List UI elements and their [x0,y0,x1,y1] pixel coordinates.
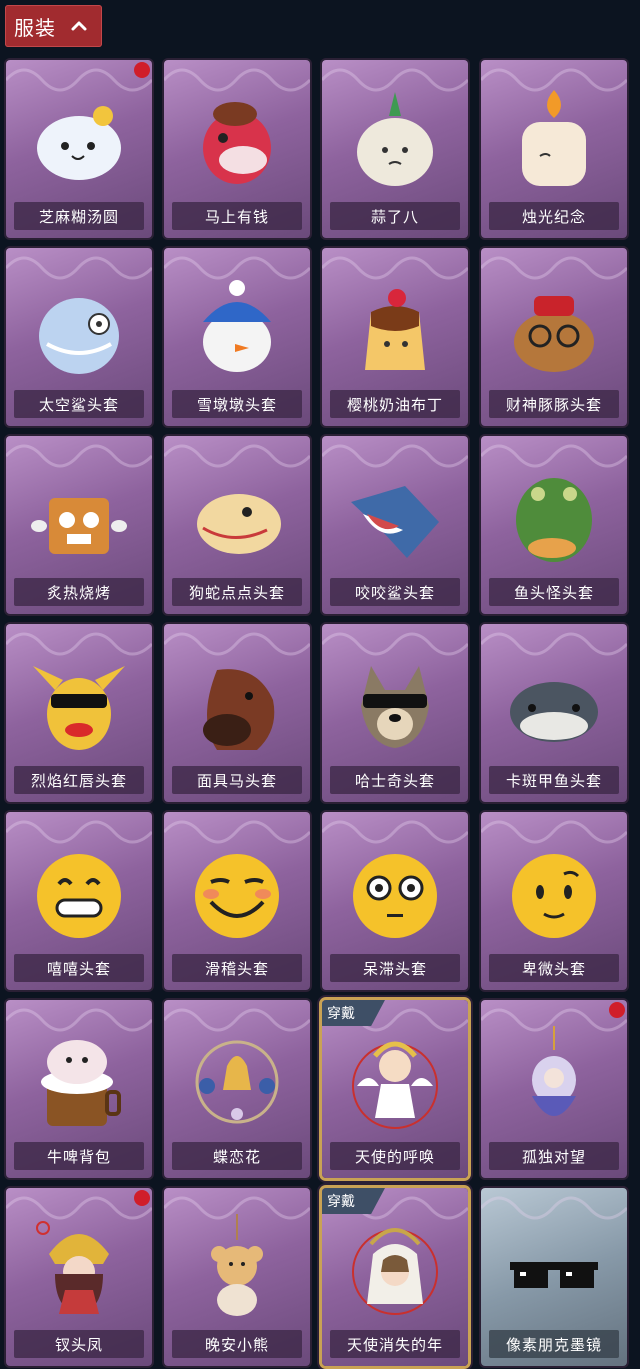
doll-charm-icon [504,1026,604,1134]
item-name: 烛光纪念 [489,202,619,230]
item-card[interactable]: 烈焰红唇头套 [6,624,152,802]
item-name: 卑微头套 [489,954,619,982]
new-notification-dot [134,62,150,78]
item-name: 牛啤背包 [14,1142,144,1170]
angel-girl-icon [345,1214,445,1322]
item-name: 嘻嘻头套 [14,954,144,982]
garlic-icon [345,86,445,194]
item-name: 芝麻糊汤圆 [14,202,144,230]
item-name: 天使的呼唤 [330,1142,460,1170]
item-card[interactable]: 财神豚豚头套 [481,248,627,426]
humble-emoji-icon [504,838,604,946]
item-card[interactable]: 呆滞头套 [322,812,468,990]
item-card[interactable]: 哈士奇头套 [322,624,468,802]
dumpling-icon [29,86,129,194]
shark-bite-icon [345,462,445,570]
item-card[interactable]: 芝麻糊汤圆 [6,60,152,238]
snake-icon [187,462,287,570]
item-card[interactable]: 卡斑甲鱼头套 [481,624,627,802]
category-header: 服装 [0,0,640,56]
new-notification-dot [609,1002,625,1018]
item-card[interactable]: 嘻嘻头套 [6,812,152,990]
item-name: 烈焰红唇头套 [14,766,144,794]
snowman-icon [187,274,287,382]
item-name: 太空鲨头套 [14,390,144,418]
item-card[interactable]: 狗蛇点点头套 [164,436,310,614]
item-card[interactable]: 滑稽头套 [164,812,310,990]
catfish-icon [504,650,604,758]
item-card[interactable]: 炙热烧烤 [6,436,152,614]
item-name: 炙热烧烤 [14,578,144,606]
stare-emoji-icon [345,838,445,946]
phoenix-crown-icon [29,1214,129,1322]
item-name: 马上有钱 [172,202,302,230]
teddy-bear-icon [187,1214,287,1322]
bbq-icon [29,462,129,570]
pudding-icon [345,274,445,382]
item-name: 滑稽头套 [172,954,302,982]
pixel-sunglasses-icon [504,1214,604,1322]
item-card[interactable]: 太空鲨头套 [6,248,152,426]
horse-head-icon [187,86,287,194]
item-name: 樱桃奶油布丁 [330,390,460,418]
item-card[interactable]: 雪墩墩头套 [164,248,310,426]
category-label: 服装 [14,15,56,40]
shark-icon [29,274,129,382]
item-card[interactable]: 面具马头套 [164,624,310,802]
item-card[interactable]: 钗头凤 [6,1188,152,1366]
item-card[interactable]: 孤独对望 [481,1000,627,1178]
item-name: 钗头凤 [14,1330,144,1358]
item-card[interactable]: 樱桃奶油布丁 [322,248,468,426]
item-card[interactable]: 咬咬鲨头套 [322,436,468,614]
item-card[interactable]: 鱼头怪头套 [481,436,627,614]
angel-icon [345,1026,445,1134]
husky-icon [345,650,445,758]
pikachu-icon [29,650,129,758]
item-name: 孤独对望 [489,1142,619,1170]
item-name: 像素朋克墨镜 [489,1330,619,1358]
item-name: 蝶恋花 [172,1142,302,1170]
item-card[interactable]: 烛光纪念 [481,60,627,238]
item-name: 财神豚豚头套 [489,390,619,418]
item-card[interactable]: 像素朋克墨镜 [481,1188,627,1366]
item-name: 鱼头怪头套 [489,578,619,606]
item-name: 晚安小熊 [172,1330,302,1358]
bell-wreath-icon [187,1026,287,1134]
candle-icon [504,86,604,194]
capybara-icon [504,274,604,382]
item-name: 卡斑甲鱼头套 [489,766,619,794]
item-card[interactable]: 晚安小熊 [164,1188,310,1366]
item-card[interactable]: 卑微头套 [481,812,627,990]
item-card[interactable]: 蝶恋花 [164,1000,310,1178]
item-card[interactable]: 天使消失的年 穿戴 [322,1188,468,1366]
item-name: 天使消失的年 [330,1330,460,1358]
horse-mask-icon [187,650,287,758]
item-name: 蒜了八 [330,202,460,230]
item-card[interactable]: 蒜了八 [322,60,468,238]
item-name: 咬咬鲨头套 [330,578,460,606]
chevron-up-icon [71,21,87,31]
item-name: 呆滞头套 [330,954,460,982]
new-notification-dot [134,1190,150,1206]
beer-cow-icon [29,1026,129,1134]
item-name: 哈士奇头套 [330,766,460,794]
item-card[interactable]: 牛啤背包 [6,1000,152,1178]
item-name: 狗蛇点点头套 [172,578,302,606]
fish-head-icon [504,462,604,570]
item-card[interactable]: 天使的呼唤 穿戴 [322,1000,468,1178]
smile-emoji-icon [187,838,287,946]
item-name: 雪墩墩头套 [172,390,302,418]
grin-emoji-icon [29,838,129,946]
item-card[interactable]: 马上有钱 [164,60,310,238]
category-toggle-button[interactable]: 服装 [5,5,102,47]
item-name: 面具马头套 [172,766,302,794]
